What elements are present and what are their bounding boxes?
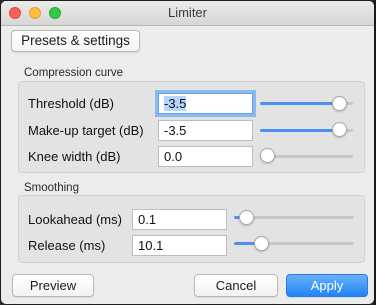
limiter-dialog: Limiter Presets & settings Compression c… <box>1 1 374 304</box>
release-slider-track[interactable] <box>234 242 354 245</box>
cancel-button[interactable]: Cancel <box>194 274 278 297</box>
title-bar[interactable]: Limiter <box>1 1 374 26</box>
lookahead-slider-thumb[interactable] <box>239 210 254 225</box>
knee-width-input[interactable]: 0.0 <box>158 146 253 167</box>
makeup-target-label: Make-up target (dB) <box>28 123 144 138</box>
compression-curve-title: Compression curve <box>24 67 124 79</box>
release-label: Release (ms) <box>28 238 106 253</box>
threshold-label: Threshold (dB) <box>28 96 114 111</box>
release-input[interactable]: 10.1 <box>132 235 227 256</box>
knee-width-slider-thumb[interactable] <box>260 148 275 163</box>
apply-button[interactable]: Apply <box>286 274 368 297</box>
threshold-input[interactable]: -3.5 <box>158 93 253 114</box>
threshold-slider-thumb[interactable] <box>332 96 347 111</box>
release-slider-thumb[interactable] <box>254 236 269 251</box>
window-title: Limiter <box>167 5 207 20</box>
knee-width-label: Knee width (dB) <box>28 149 121 164</box>
preview-button[interactable]: Preview <box>12 274 94 297</box>
lookahead-label: Lookahead (ms) <box>28 212 122 227</box>
makeup-target-slider-thumb[interactable] <box>332 122 347 137</box>
smoothing-title: Smoothing <box>24 182 79 194</box>
makeup-target-input[interactable]: -3.5 <box>158 120 253 141</box>
presets-settings-button[interactable]: Presets & settings <box>11 30 140 52</box>
lookahead-input[interactable]: 0.1 <box>132 209 227 230</box>
